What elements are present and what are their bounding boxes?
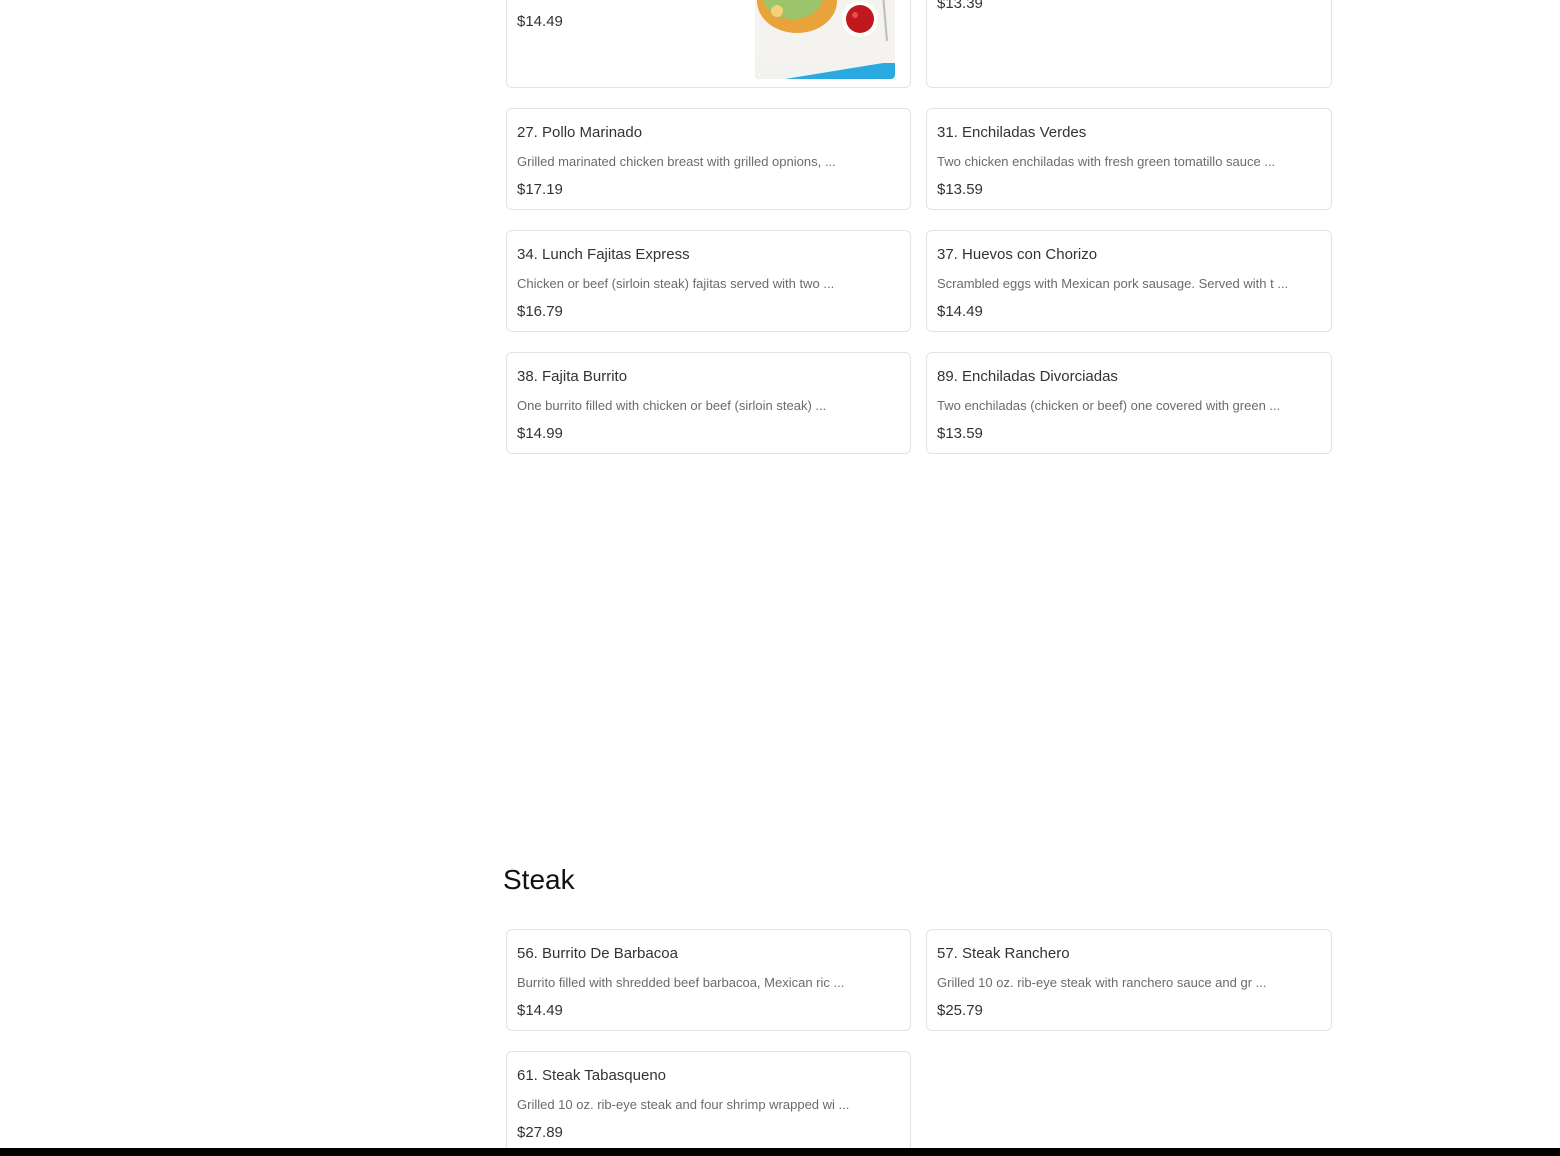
bottom-bar	[0, 1148, 1560, 1156]
item-price: $17.19	[517, 181, 563, 198]
item-price: $14.49	[937, 303, 983, 320]
item-name: 27. Pollo Marinado	[517, 124, 643, 141]
item-description: Grilled 10 oz. rib-eye steak and four sh…	[517, 1097, 850, 1112]
item-price: $13.59	[937, 181, 983, 198]
section-title-steak: Steak	[503, 864, 575, 895]
menu-item-card[interactable]: $14.49	[506, 0, 911, 88]
item-price: $14.49	[517, 1002, 563, 1019]
item-name: 37. Huevos con Chorizo	[937, 246, 1098, 263]
item-price: $14.99	[517, 425, 563, 442]
item-name: 34. Lunch Fajitas Express	[517, 246, 690, 263]
item-description: Scrambled eggs with Mexican pork sausage…	[937, 276, 1289, 291]
item-description: Burrito filled with shredded beef barbac…	[517, 975, 845, 990]
menu-item-card[interactable]: 56. Burrito De Barbacoa Burrito filled w…	[506, 929, 911, 1031]
item-name: 31. Enchiladas Verdes	[937, 124, 1087, 141]
item-price: $25.79	[937, 1002, 983, 1019]
menu-item-card[interactable]: 31. Enchiladas Verdes Two chicken enchil…	[926, 108, 1332, 210]
menu-item-card[interactable]: 27. Pollo Marinado Grilled marinated chi…	[506, 108, 911, 210]
item-name: 89. Enchiladas Divorciadas	[937, 368, 1118, 385]
menu-item-card[interactable]: 61. Steak Tabasqueno Grilled 10 oz. rib-…	[506, 1051, 911, 1153]
item-name: 57. Steak Ranchero	[937, 945, 1070, 962]
item-price: $27.89	[517, 1124, 563, 1141]
item-price: $16.79	[517, 303, 563, 320]
item-description: One burrito filled with chicken or beef …	[517, 398, 827, 413]
item-name: 56. Burrito De Barbacoa	[517, 945, 678, 962]
item-description: Grilled 10 oz. rib-eye steak with ranche…	[937, 975, 1267, 990]
item-price: $14.49	[517, 13, 563, 30]
menu-item-card[interactable]: 34. Lunch Fajitas Express Chicken or bee…	[506, 230, 911, 332]
menu-item-card[interactable]: 37. Huevos con Chorizo Scrambled eggs wi…	[926, 230, 1332, 332]
menu-page: $14.49 $13.39 27. Pollo Marinado Grilled…	[0, 0, 1560, 1156]
item-name: 38. Fajita Burrito	[517, 368, 628, 385]
item-price: $13.59	[937, 425, 983, 442]
menu-item-card[interactable]: 89. Enchiladas Divorciadas Two enchilada…	[926, 352, 1332, 454]
item-description: Grilled marinated chicken breast with gr…	[517, 154, 836, 169]
menu-item-card[interactable]: 38. Fajita Burrito One burrito filled wi…	[506, 352, 911, 454]
dish-photo	[755, 0, 895, 79]
item-description: Two chicken enchiladas with fresh green …	[937, 154, 1276, 169]
item-description: Chicken or beef (sirloin steak) fajitas …	[517, 276, 835, 291]
item-name: 61. Steak Tabasqueno	[517, 1067, 667, 1084]
item-description: Two enchiladas (chicken or beef) one cov…	[937, 398, 1281, 413]
menu-item-card[interactable]: 57. Steak Ranchero Grilled 10 oz. rib-ey…	[926, 929, 1332, 1031]
item-price: $13.39	[937, 0, 983, 12]
menu-item-card[interactable]: $13.39	[926, 0, 1332, 88]
